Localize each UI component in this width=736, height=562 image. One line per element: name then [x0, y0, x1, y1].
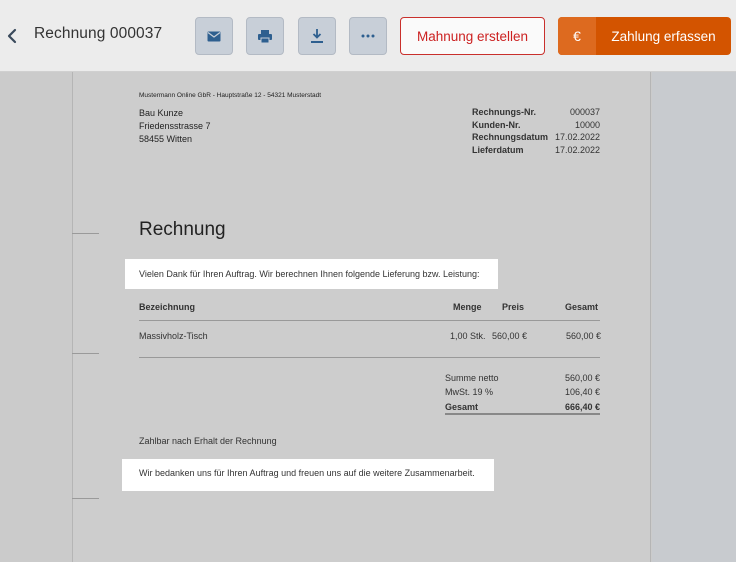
print-button[interactable] — [246, 17, 284, 55]
col-total: Gesamt — [565, 302, 599, 312]
top-bar: Rechnung 000037 Mahnung erstellen € Zahl… — [0, 0, 736, 72]
recipient-street: Friedensstrasse 7 — [139, 121, 211, 131]
download-icon — [311, 29, 323, 43]
intro-text: Vielen Dank für Ihren Auftrag. Wir berec… — [139, 269, 480, 279]
sender-line: Mustermann Online GbR - Hauptstraße 12 -… — [139, 92, 322, 99]
create-dunning-button[interactable]: Mahnung erstellen — [400, 17, 545, 55]
item-total: 560,00 € — [566, 331, 602, 341]
recipient-city: 58455 Witten — [139, 134, 193, 144]
download-button[interactable] — [298, 17, 336, 55]
right-margin — [652, 72, 736, 562]
punch-mark — [72, 353, 99, 354]
document-heading: Rechnung — [139, 219, 226, 240]
meta-row: Rechnungsdatum 17.02.2022 — [472, 132, 600, 142]
fold-mark — [72, 233, 99, 234]
recipient-address: Bau Kunze Friedensstrasse 7 58455 Witten — [139, 107, 211, 146]
col-description: Bezeichnung — [139, 302, 196, 312]
table-header-rule — [139, 320, 600, 321]
euro-icon: € — [558, 17, 596, 55]
meta-row: Kunden-Nr. 10000 — [472, 119, 600, 130]
record-payment-label: Zahlung erfassen — [611, 28, 716, 44]
item-quantity: 1,00 Stk. — [450, 331, 486, 341]
gross-total-underline — [445, 413, 600, 415]
col-price: Preis — [502, 302, 525, 312]
closing-text: Wir bedanken uns für Ihren Auftrag und f… — [139, 468, 475, 478]
col-quantity: Menge — [453, 302, 482, 312]
more-options-button[interactable] — [349, 17, 387, 55]
invoice-meta: Rechnungs-Nr. 000037 Kunden-Nr. 10000 Rech… — [472, 107, 600, 157]
item-description: Massivholz-Tisch — [139, 331, 208, 341]
table-body-rule — [139, 357, 600, 358]
recipient-name: Bau Kunze — [139, 108, 184, 118]
gross-total-row: Gesamt 666,40 € — [445, 402, 600, 412]
chevron-left-icon[interactable] — [3, 24, 21, 48]
envelope-icon — [207, 31, 221, 42]
fold-mark — [72, 498, 99, 499]
page-title: Rechnung 000037 — [34, 25, 163, 42]
item-price: 560,00 € — [492, 331, 528, 341]
vat-row: MwSt. 19 % 106,40 € — [445, 387, 600, 397]
printer-icon — [258, 29, 272, 43]
closing-text-block[interactable]: Wir bedanken uns für Ihren Auftrag und f… — [122, 459, 494, 491]
record-payment-button[interactable]: € Zahlung erfassen — [558, 17, 731, 55]
payment-terms: Zahlbar nach Erhalt der Rechnung — [139, 436, 277, 446]
more-dots-icon — [361, 34, 375, 38]
intro-text-block[interactable]: Vielen Dank für Ihren Auftrag. Wir berec… — [125, 259, 498, 289]
meta-row: Lieferdatum 17.02.2022 — [472, 144, 600, 155]
send-email-button[interactable] — [195, 17, 233, 55]
net-total-row: Summe netto 560,00 € — [445, 373, 600, 383]
meta-row: Rechnungs-Nr. 000037 — [472, 107, 600, 117]
